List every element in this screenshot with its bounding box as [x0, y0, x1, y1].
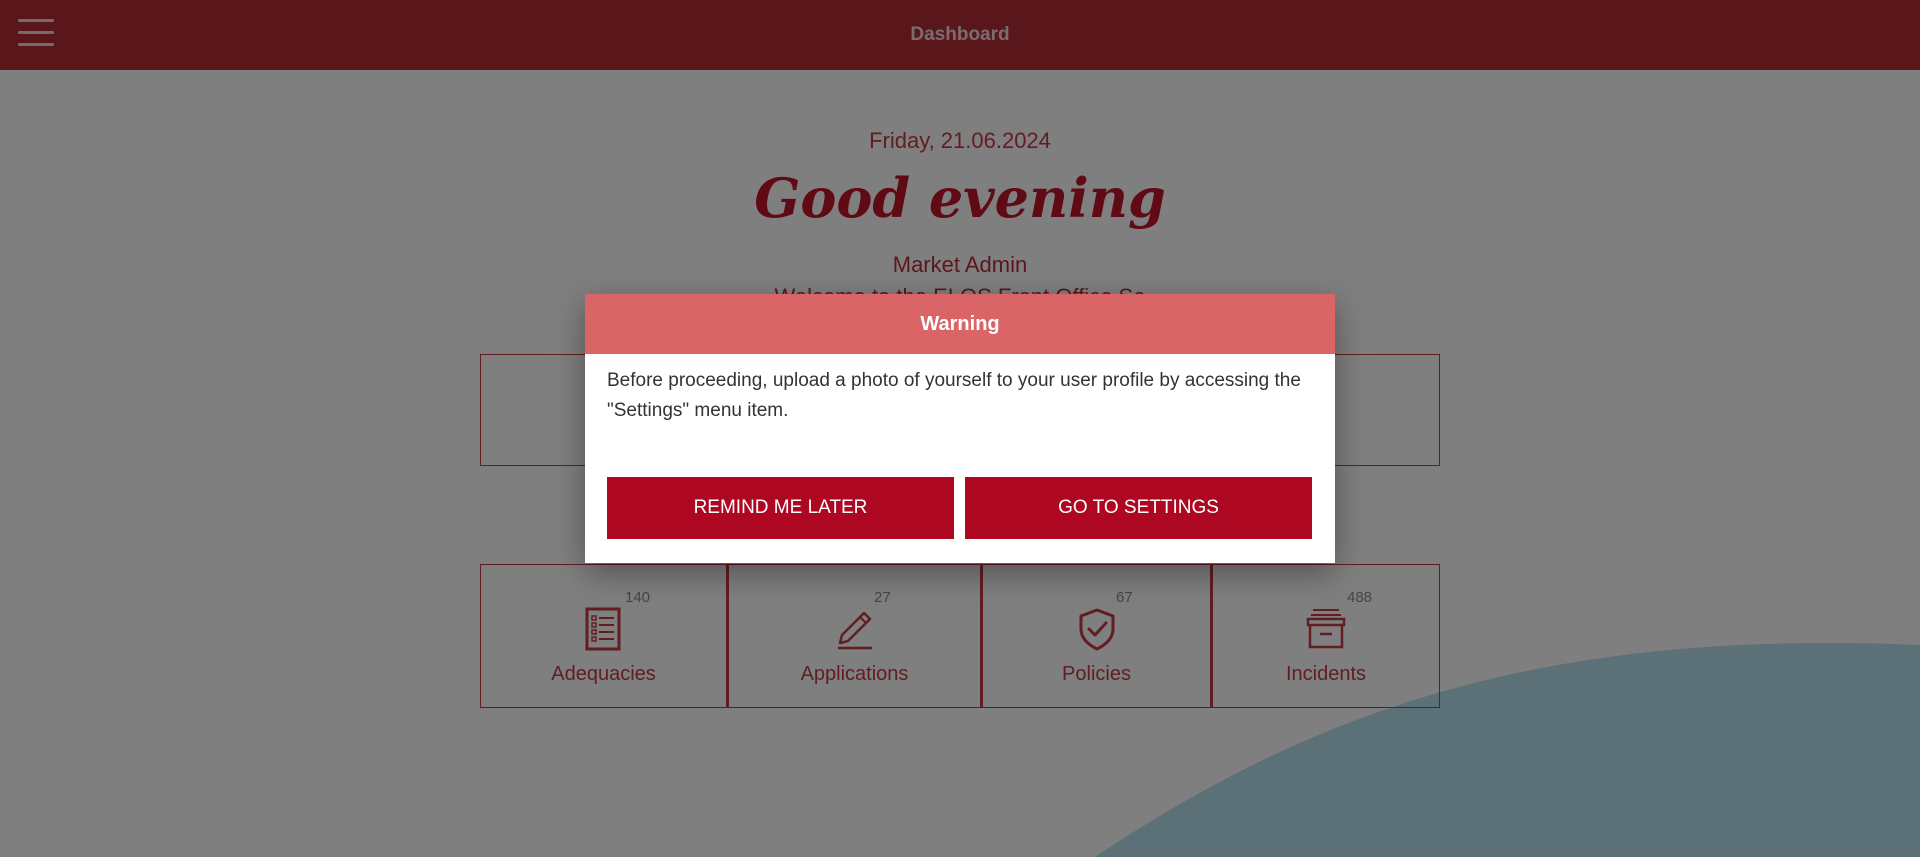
dialog-title: Warning — [585, 294, 1335, 354]
go-to-settings-button[interactable]: GO TO SETTINGS — [965, 477, 1312, 539]
dialog-message: Before proceeding, upload a photo of you… — [607, 370, 1301, 421]
warning-dialog: Warning Before proceeding, upload a phot… — [585, 294, 1335, 563]
remind-me-later-button[interactable]: REMIND ME LATER — [607, 477, 954, 539]
